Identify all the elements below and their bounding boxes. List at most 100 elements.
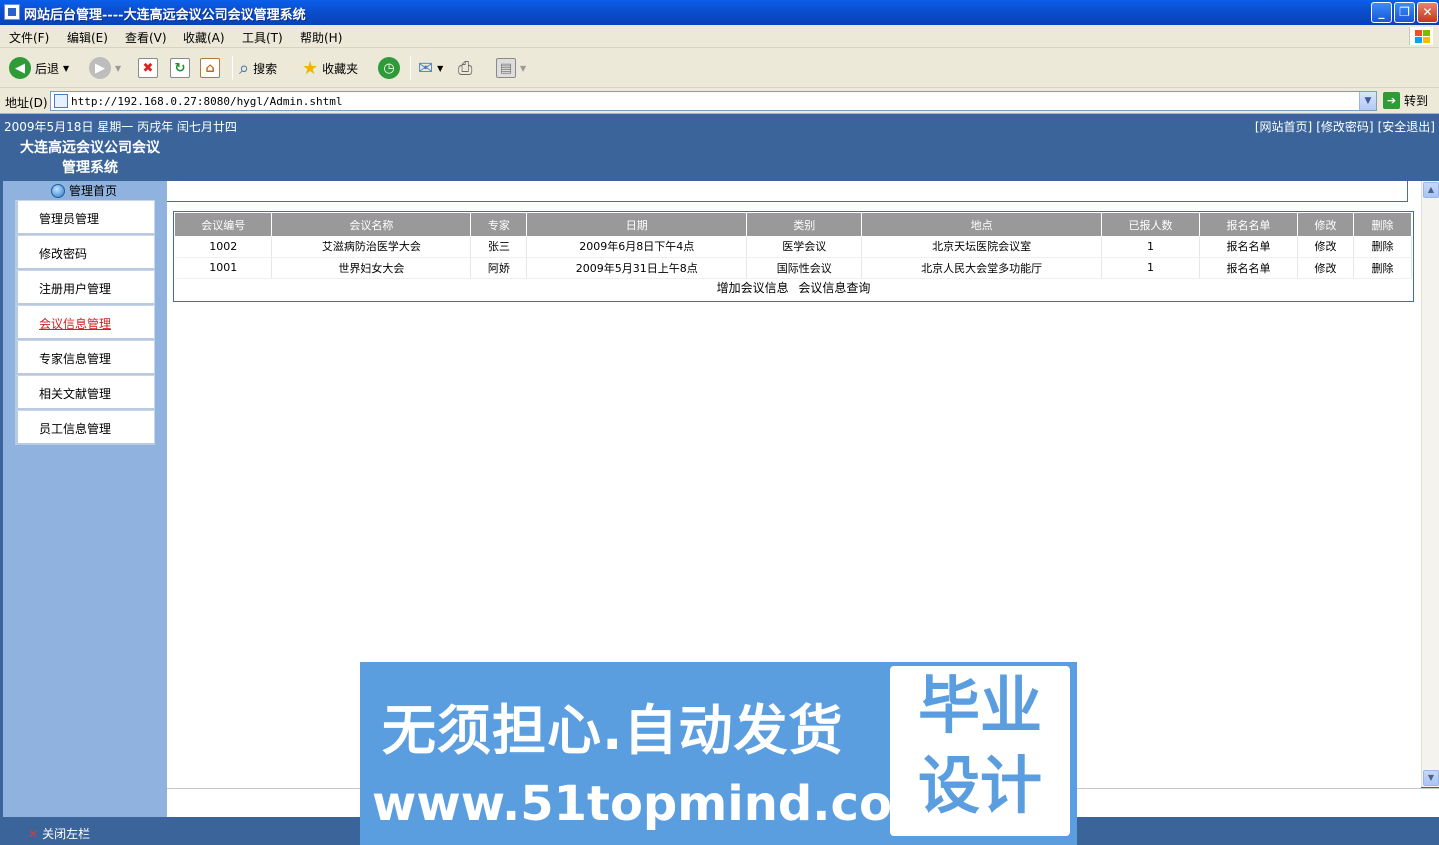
back-arrow-icon: ◀ (9, 57, 31, 79)
cell-location: 北京天坛医院会议室 (861, 236, 1103, 258)
menu-tools[interactable]: 工具(T) (242, 29, 283, 46)
meeting-query-link[interactable]: 会议信息查询 (798, 281, 870, 295)
print-button[interactable]: ⎙ (458, 56, 472, 80)
add-meeting-link[interactable]: 增加会议信息 (717, 281, 789, 295)
history-button[interactable]: ◷ (378, 56, 400, 80)
mail-button[interactable]: ✉ ▼ (418, 56, 443, 80)
watermark-text-1: 毕业 (917, 669, 1042, 742)
minimize-button[interactable]: _ (1371, 2, 1392, 23)
col-header: 地点 (861, 213, 1103, 236)
toolbar-separator (232, 56, 233, 80)
sidebar-item-literature-management[interactable]: 相关文献管理 (15, 375, 155, 410)
menu-view[interactable]: 查看(V) (125, 29, 167, 46)
close-button[interactable]: ✕ (1417, 2, 1438, 23)
globe-icon (51, 183, 65, 198)
favorites-button[interactable]: ★ 收藏夹 (302, 56, 358, 80)
sidebar-item-user-management[interactable]: 注册用户管理 (15, 270, 155, 305)
col-header: 会议名称 (271, 213, 472, 236)
history-icon: ◷ (378, 57, 400, 79)
watermark-text-2: 设计 (917, 749, 1042, 822)
table-row: 1002 艾滋病防治医学大会 张三 2009年6月8日下午4点 医学会议 北京天… (175, 236, 1413, 258)
cell-name: 世界妇女大会 (271, 257, 472, 279)
forward-arrow-icon: ▶ (89, 57, 111, 79)
edit-page-icon: ▤ (496, 58, 516, 78)
edit-link[interactable]: 修改 (1297, 257, 1354, 279)
stop-button[interactable]: ✖ (138, 56, 158, 80)
sidebar-item-meeting-management[interactable]: 会议信息管理 (15, 305, 155, 340)
link-change-password[interactable]: [修改密码] (1316, 118, 1373, 135)
table-row: 1001 世界妇女大会 阿娇 2009年5月31日上午8点 国际性会议 北京人民… (175, 257, 1413, 279)
sidebar-home[interactable]: 管理首页 (51, 182, 117, 199)
cell-count: 1 (1101, 257, 1201, 279)
sidebar-item-expert-management[interactable]: 专家信息管理 (15, 340, 155, 375)
forward-button[interactable]: ▶ ▼ (89, 56, 121, 80)
cell-location: 北京人民大会堂多功能厅 (861, 257, 1103, 279)
menu-help[interactable]: 帮助(H) (300, 29, 342, 46)
sidebar-nav: 管理员管理 修改密码 注册用户管理 会议信息管理 专家信息管理 相关文献管理 员… (15, 200, 155, 445)
cell-name: 艾滋病防治医学大会 (271, 236, 472, 258)
sidebar-item-staff-management[interactable]: 员工信息管理 (15, 410, 155, 445)
close-icon: ✕ (28, 826, 39, 841)
edit-button[interactable]: ▤ ▼ (496, 56, 526, 80)
star-icon: ★ (302, 57, 319, 79)
date-text: 2009年5月18日 星期一 丙戌年 闰七月廿四 (4, 120, 237, 134)
scroll-up-icon[interactable]: ▲ (1423, 182, 1439, 198)
watermark-banner: 无须担心.自动发货 www.51topmind.com 毕业 设计 (360, 662, 1077, 845)
cell-expert: 张三 (470, 236, 528, 258)
search-button[interactable]: ⌕ 搜索 (239, 56, 277, 80)
header-links: [网站首页] [修改密码] [安全退出] (1255, 118, 1435, 135)
main-top-box (167, 181, 1408, 202)
home-button[interactable]: ⌂ (200, 56, 220, 80)
table-footer: 增加会议信息 会议信息查询 (174, 279, 1413, 296)
meeting-table: 会议编号 会议名称 专家 日期 类别 地点 已报人数 报名名单 修改 删除 10… (175, 213, 1413, 279)
dropdown-arrow-icon: ▼ (63, 63, 70, 73)
system-name: 大连高远会议公司会议 管理系统 (20, 140, 160, 176)
sidebar-item-change-password[interactable]: 修改密码 (15, 235, 155, 270)
signup-list-link[interactable]: 报名名单 (1199, 236, 1298, 258)
maximize-button[interactable]: ❐ (1394, 2, 1415, 23)
toolbar-separator (410, 56, 411, 80)
signup-list-link[interactable]: 报名名单 (1199, 257, 1298, 279)
watermark-right: 毕业 设计 (890, 666, 1070, 836)
cell-id: 1002 (175, 236, 273, 258)
page-icon (54, 94, 68, 108)
cell-category: 国际性会议 (746, 257, 863, 279)
col-header: 删除 (1353, 213, 1413, 236)
back-button[interactable]: ◀ 后退 ▼ (9, 56, 69, 80)
cell-date: 2009年6月8日下午4点 (526, 236, 748, 258)
vertical-scrollbar[interactable]: ▲ ▼ (1421, 181, 1439, 787)
meeting-table-panel: 会议编号 会议名称 专家 日期 类别 地点 已报人数 报名名单 修改 删除 10… (173, 211, 1414, 302)
address-field[interactable]: ▼ (50, 91, 1377, 111)
col-header: 专家 (470, 213, 528, 236)
menu-edit[interactable]: 编辑(E) (67, 29, 108, 46)
watermark-url: www.51topmind.com (372, 776, 942, 832)
printer-icon: ⎙ (458, 57, 473, 79)
delete-link[interactable]: 删除 (1353, 257, 1413, 279)
ie-page-icon (4, 4, 20, 20)
refresh-icon: ↻ (170, 58, 190, 78)
go-button[interactable]: ➔ 转到 (1383, 92, 1428, 109)
window-title: 网站后台管理----大连高远会议公司会议管理系统 (24, 8, 306, 23)
cell-date: 2009年5月31日上午8点 (526, 257, 748, 279)
edit-link[interactable]: 修改 (1297, 236, 1354, 258)
sidebar-item-admin-management[interactable]: 管理员管理 (15, 200, 155, 235)
cell-expert: 阿娇 (470, 257, 528, 279)
scroll-down-icon[interactable]: ▼ (1423, 770, 1439, 786)
link-site-home[interactable]: [网站首页] (1255, 118, 1312, 135)
refresh-button[interactable]: ↻ (170, 56, 190, 80)
menu-file[interactable]: 文件(F) (9, 29, 49, 46)
link-logout[interactable]: [安全退出] (1378, 118, 1435, 135)
address-input[interactable] (71, 93, 1351, 109)
go-arrow-icon: ➔ (1383, 92, 1400, 109)
col-header: 已报人数 (1101, 213, 1201, 236)
address-label: 地址(D) (5, 96, 48, 110)
address-bar: 地址(D) ▼ ➔ 转到 (0, 88, 1439, 114)
delete-link[interactable]: 删除 (1353, 236, 1413, 258)
chevron-down-icon[interactable]: ▼ (1359, 92, 1376, 110)
mail-icon: ✉ (418, 57, 434, 79)
menu-favorites[interactable]: 收藏(A) (183, 29, 225, 46)
dropdown-arrow-icon: ▼ (520, 63, 527, 73)
col-header: 报名名单 (1199, 213, 1298, 236)
close-left-panel-button[interactable]: ✕ 关闭左栏 (28, 825, 90, 842)
toolbar: ◀ 后退 ▼ ▶ ▼ ✖ ↻ ⌂ ⌕ 搜索 ★ 收藏夹 ◷ ✉ ▼ ⎙ ▤ ▼ (0, 48, 1439, 88)
